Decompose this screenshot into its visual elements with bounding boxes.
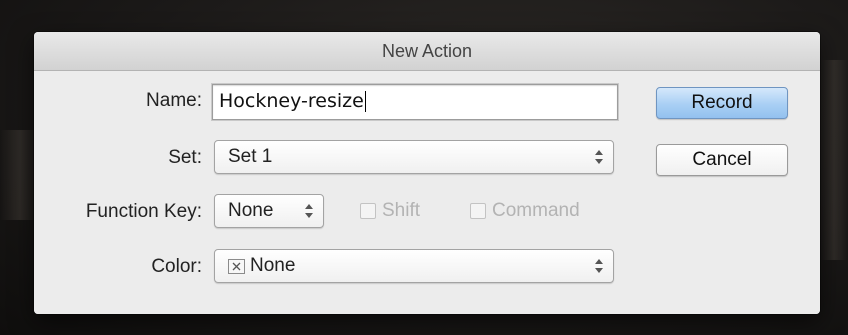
background-streak [820,60,848,260]
name-input[interactable]: Hockney-resize [212,84,618,120]
name-input-value: Hockney-resize [219,90,364,112]
function-key-label: Function Key: [85,201,202,222]
cancel-button[interactable]: Cancel [656,144,788,176]
function-key-popup[interactable]: None [214,194,324,228]
color-popup-value: None [228,250,295,282]
dialog-content: Name: Hockney-resize Set: Set 1 Function… [34,71,820,314]
shift-checkbox[interactable]: Shift [360,200,420,222]
updown-arrows-icon [595,149,603,165]
function-key-popup-value: None [228,200,274,221]
command-checkbox[interactable]: Command [470,200,580,222]
shift-checkbox-box [360,203,376,219]
set-popup[interactable]: Set 1 [214,140,614,174]
command-checkbox-box [470,203,486,219]
set-label: Set: [168,147,202,168]
none-x-icon [228,258,245,274]
dialog-titlebar: New Action [34,32,820,71]
name-label: Name: [146,90,202,111]
shift-checkbox-label: Shift [382,200,421,221]
color-popup[interactable]: None [214,249,614,283]
command-checkbox-label: Command [492,200,580,221]
set-popup-value: Set 1 [228,146,273,167]
updown-arrows-icon [595,258,603,274]
updown-arrows-icon [305,203,313,219]
record-button[interactable]: Record [656,87,788,119]
text-caret [364,91,366,112]
dialog-title: New Action [381,41,473,61]
color-popup-text: None [250,255,296,276]
color-label: Color: [151,256,202,277]
new-action-dialog: New Action Name: Hockney-resize Set: Set… [34,32,820,314]
